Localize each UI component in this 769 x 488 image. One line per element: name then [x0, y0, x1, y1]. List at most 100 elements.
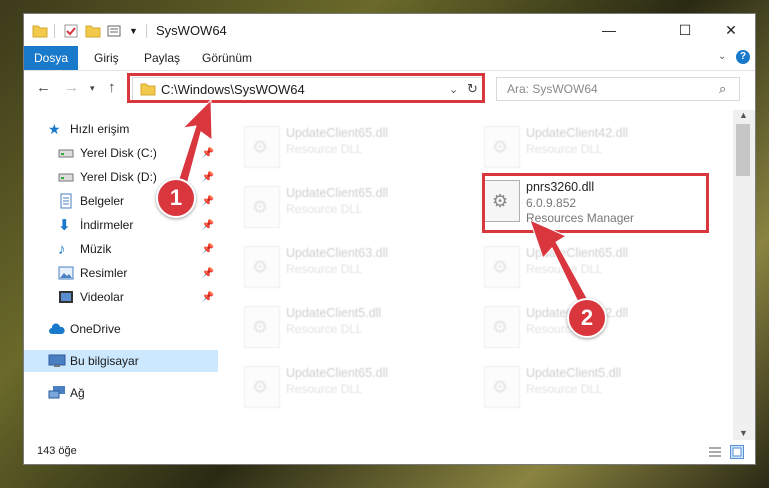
computer-icon — [48, 354, 66, 367]
file-description: Resource DLL — [286, 262, 363, 276]
chevron-down-icon[interactable]: ▼ — [129, 26, 138, 36]
pin-icon: 📌 — [201, 267, 214, 279]
nav-label: Yerel Disk (D:) — [80, 170, 157, 184]
cloud-icon — [49, 323, 65, 334]
annotation-badge-2: 2 — [567, 298, 607, 338]
nav-label: OneDrive — [70, 322, 121, 336]
address-highlight — [127, 73, 485, 103]
nav-downloads[interactable]: ⬇ İndirmeler 📌 — [24, 214, 218, 236]
dll-file-icon: ⚙ — [244, 366, 280, 408]
file-item[interactable]: ⚙ UpdateClient63.dll Resource DLL — [242, 240, 472, 296]
file-item[interactable]: ⚙ UpdateClient42.dll Resource DLL — [482, 120, 712, 176]
dll-file-icon: ⚙ — [484, 246, 520, 288]
music-icon: ♪ — [58, 240, 66, 258]
folder-icon[interactable] — [32, 24, 48, 38]
quick-access-toolbar: ▼ — [32, 23, 155, 39]
dll-file-icon: ⚙ — [244, 246, 280, 288]
address-row: ← → ▾ ↑ C:\Windows\SysWOW64 ⌄ ↻ Ara: Sys… — [24, 71, 755, 107]
pin-icon: 📌 — [201, 243, 214, 255]
file-description: Resource DLL — [526, 142, 603, 156]
large-icons-view-icon[interactable] — [730, 445, 744, 459]
nav-label: Hızlı erişim — [70, 122, 130, 136]
recent-locations-icon[interactable]: ▾ — [90, 83, 95, 94]
star-icon: ★ — [48, 120, 61, 137]
drive-icon — [58, 149, 74, 158]
pictures-icon — [58, 266, 74, 280]
customize-icon[interactable] — [107, 24, 125, 38]
nav-label: Bu bilgisayar — [70, 354, 139, 368]
nav-music[interactable]: ♪ Müzik 📌 — [24, 238, 218, 260]
ribbon-tabs: Dosya Giriş Paylaş Görünüm ⌄ ? — [24, 46, 755, 71]
nav-quick-access[interactable]: ★ Hızlı erişim — [24, 118, 218, 140]
scroll-down-icon[interactable]: ▼ — [739, 428, 748, 438]
file-description: Resource DLL — [286, 202, 363, 216]
nav-this-pc[interactable]: Bu bilgisayar — [24, 350, 218, 372]
videos-icon — [59, 291, 73, 303]
tab-home[interactable]: Giriş — [84, 46, 129, 70]
nav-videos[interactable]: Videolar 📌 — [24, 286, 218, 308]
nav-label: Videolar — [80, 290, 124, 304]
status-bar: 143 öğe — [24, 440, 755, 464]
scrollbar-thumb[interactable] — [736, 124, 750, 176]
dll-file-icon: ⚙ — [484, 366, 520, 408]
forward-arrow-icon[interactable]: → — [64, 79, 79, 96]
up-arrow-icon[interactable]: ↑ — [108, 79, 116, 96]
search-placeholder: Ara: SysWOW64 — [507, 82, 598, 96]
search-icon[interactable]: ⌕ — [719, 81, 726, 97]
nav-onedrive[interactable]: OneDrive — [24, 318, 218, 340]
nav-network[interactable]: Ağ — [24, 382, 218, 404]
help-icon[interactable]: ? — [736, 50, 750, 64]
file-item[interactable]: ⚙ UpdateClient65.dll Resource DLL — [482, 240, 712, 296]
file-name: UpdateClient5.dll — [286, 306, 382, 320]
tab-file[interactable]: Dosya — [24, 46, 79, 70]
file-description: Resource DLL — [526, 262, 603, 276]
file-item[interactable]: ⚙ UpdateClient5.dll Resource DLL — [482, 360, 712, 416]
pin-icon: 📌 — [201, 291, 214, 303]
nav-label: Resimler — [80, 266, 128, 280]
documents-icon — [60, 193, 72, 209]
file-name: UpdateClient65.dll — [286, 126, 389, 140]
dll-file-icon: ⚙ — [244, 306, 280, 348]
nav-label: Ağ — [70, 386, 85, 400]
dll-file-icon: ⚙ — [244, 126, 280, 168]
dll-file-icon: ⚙ — [484, 126, 520, 168]
dll-file-icon: ⚙ — [244, 186, 280, 228]
pin-icon: 📌 — [201, 147, 214, 159]
search-input[interactable]: Ara: SysWOW64 ⌕ — [496, 77, 740, 101]
tab-view[interactable]: Görünüm — [192, 46, 262, 70]
title-bar: ▼ SysWOW64 — ☐ ✕ — [24, 14, 755, 46]
window-title: SysWOW64 — [156, 23, 227, 38]
drive-icon — [58, 173, 74, 182]
file-name: UpdateClient65.dll — [286, 186, 389, 200]
file-item[interactable]: ⚙ UpdateClient5.dll Resource DLL — [242, 300, 472, 356]
file-name: UpdateClient65.dll — [526, 246, 629, 260]
file-name: UpdateClient5.dll — [526, 366, 622, 380]
explorer-window: ▼ SysWOW64 — ☐ ✕ Dosya Giriş Paylaş Görü… — [24, 14, 755, 464]
navigation-pane: ★ Hızlı erişim Yerel Disk (C:) 📌 Yerel D… — [24, 110, 218, 440]
vertical-scrollbar[interactable]: ▲ ▼ — [733, 110, 755, 440]
minimize-button[interactable]: — — [586, 14, 632, 46]
file-item[interactable]: ⚙ UpdateClient65.dll Resource DLL — [242, 180, 472, 236]
item-count: 143 öğe — [37, 445, 77, 457]
file-item[interactable]: ⚙ UpdateClient65.dll Resource DLL — [242, 360, 472, 416]
new-folder-icon[interactable] — [85, 24, 101, 38]
nav-label: Belgeler — [80, 194, 125, 208]
tab-share[interactable]: Paylaş — [134, 46, 190, 70]
pin-icon: 📌 — [201, 219, 214, 231]
pin-icon: 📌 — [201, 195, 214, 207]
nav-drive-c[interactable]: Yerel Disk (C:) 📌 — [24, 142, 218, 164]
pin-icon: 📌 — [201, 171, 214, 183]
chevron-down-icon[interactable]: ⌄ — [718, 51, 726, 62]
download-icon: ⬇ — [58, 217, 71, 234]
file-item[interactable]: ⚙ UpdateClient65.dll Resource DLL — [242, 120, 472, 176]
details-view-icon[interactable] — [708, 446, 722, 458]
nav-pictures[interactable]: Resimler 📌 — [24, 262, 218, 284]
properties-icon[interactable] — [63, 23, 79, 39]
scroll-up-icon[interactable]: ▲ — [739, 110, 748, 120]
back-arrow-icon[interactable]: ← — [36, 79, 51, 96]
close-button[interactable]: ✕ — [708, 14, 754, 46]
file-name: UpdateClient42.dll — [526, 126, 629, 140]
file-description: Resource DLL — [286, 322, 363, 336]
maximize-button[interactable]: ☐ — [662, 14, 708, 46]
file-highlight — [482, 173, 709, 233]
